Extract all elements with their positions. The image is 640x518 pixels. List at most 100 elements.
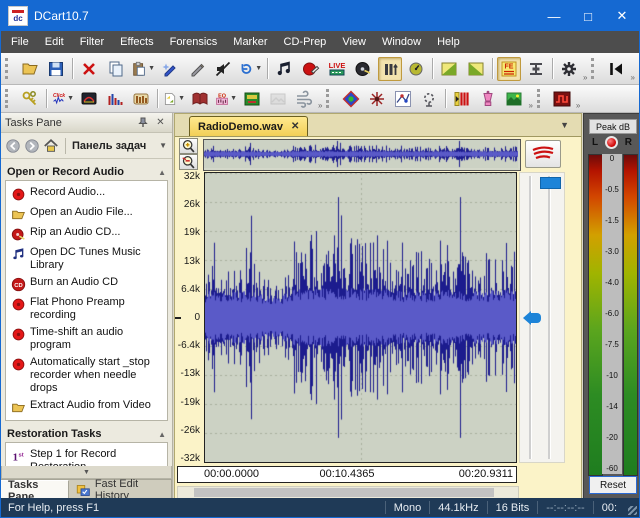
live-meter-button[interactable]: LIVE: [325, 57, 349, 81]
fast-edit-button[interactable]: FE: [496, 56, 522, 81]
undo-button[interactable]: ▼: [237, 57, 263, 81]
dynamics-diamond-button[interactable]: [339, 88, 363, 110]
pencil-edit-button[interactable]: [184, 57, 208, 81]
histogram-button[interactable]: [103, 88, 127, 110]
menu-view[interactable]: View: [334, 33, 374, 51]
toolbar-drag-handle[interactable]: [5, 89, 14, 108]
harmonic-reject-button[interactable]: [450, 88, 474, 110]
skip-to-start-button[interactable]: [604, 57, 628, 81]
document-tab[interactable]: RadioDemo.wav ✕: [189, 116, 309, 136]
task-item-automatically-start-stop-recorder-when-n[interactable]: Automatically start _stop recorder when …: [8, 354, 165, 397]
interpolate-nodes-button[interactable]: [391, 88, 415, 110]
task-item-open-an-audio-file[interactable]: Open an Audio File...: [8, 204, 165, 224]
spectrum-analyzer-button[interactable]: [77, 88, 101, 110]
fade-in-button[interactable]: [437, 57, 461, 81]
mute-speaker-button[interactable]: [211, 57, 235, 81]
pin-icon[interactable]: [138, 117, 153, 128]
noise-wind-button[interactable]: [292, 88, 316, 110]
section-header-restoration-tasks[interactable]: Restoration Tasks ▲: [5, 425, 168, 442]
menu-help[interactable]: Help: [429, 33, 468, 51]
paste-button[interactable]: ▼: [130, 57, 156, 81]
fade-tool-button[interactable]: ▼: [162, 88, 186, 110]
maximize-button[interactable]: □: [571, 1, 605, 31]
back-icon[interactable]: [4, 137, 22, 155]
equalizer-button[interactable]: EQ ▼: [214, 88, 238, 110]
tasks-pane-view-dropdown[interactable]: Панель задач ▼: [70, 140, 169, 152]
vertical-zoom-thumb[interactable]: [540, 177, 561, 189]
waveform-canvas[interactable]: [205, 173, 516, 462]
zoom-in-button[interactable]: [179, 138, 198, 154]
sync-station-button[interactable]: [523, 57, 547, 81]
close-button[interactable]: ✕: [605, 1, 639, 31]
menu-effects[interactable]: Effects: [112, 33, 161, 51]
menu-edit[interactable]: Edit: [37, 33, 72, 51]
task-item-extract-audio-from-video[interactable]: Extract Audio from Video: [8, 397, 165, 417]
menu-cd-prep[interactable]: CD-Prep: [276, 33, 335, 51]
waveform-view[interactable]: [204, 172, 517, 463]
marker-pen-button[interactable]: [158, 57, 182, 81]
record-live-button[interactable]: [298, 57, 322, 81]
meter-bar-right: [623, 154, 638, 476]
cd-write-button[interactable]: [351, 57, 375, 81]
gauge-button[interactable]: [404, 57, 428, 81]
fade-out-button[interactable]: [464, 57, 488, 81]
y-axis-tick: -32k: [180, 452, 200, 464]
gain-bars-button[interactable]: [129, 88, 153, 110]
time-ruler[interactable]: 00:00.0000 00:10.4365 00:20.9311: [177, 466, 517, 483]
cut-button[interactable]: [77, 57, 101, 81]
menu-filter[interactable]: Filter: [72, 33, 112, 51]
virtual-phono-button[interactable]: [240, 88, 264, 110]
task-item-flat-phono-preamp-recording[interactable]: Flat Phono Preamp recording: [8, 294, 165, 324]
toolbar-drag-handle[interactable]: [591, 57, 600, 80]
meter-scale-tick: -4.0: [605, 278, 619, 287]
resize-grip[interactable]: [625, 498, 639, 517]
task-item-record-audio[interactable]: Record Audio...: [8, 184, 165, 204]
dc-tunes-notes-button[interactable]: [272, 57, 296, 81]
menu-marker[interactable]: Marker: [225, 33, 275, 51]
click-removal-button[interactable]: Click ▼: [51, 88, 75, 110]
menu-file[interactable]: File: [3, 33, 37, 51]
zoom-out-button[interactable]: [179, 154, 198, 170]
minimize-button[interactable]: —: [537, 1, 571, 31]
license-keys-button[interactable]: [18, 88, 42, 110]
section-header-open-or-record-audio[interactable]: Open or Record Audio ▲: [5, 163, 168, 180]
toolbar-overflow-icon[interactable]: »: [629, 73, 636, 84]
save-file-button[interactable]: [44, 57, 68, 81]
task-item-rip-an-audio-cd[interactable]: Rip an Audio CD...: [8, 224, 165, 244]
close-pane-icon[interactable]: ✕: [153, 117, 168, 128]
media-blender-button[interactable]: [476, 88, 500, 110]
task-item-open-dc-tunes-music-library[interactable]: Open DC Tunes Music Library: [8, 244, 165, 274]
meter-reset-button[interactable]: Reset: [589, 476, 637, 494]
waveform-overview[interactable]: [203, 139, 521, 171]
square-wave-button[interactable]: [550, 88, 574, 110]
level-meters-button[interactable]: [377, 56, 402, 81]
forward-icon[interactable]: [23, 137, 41, 155]
horizontal-scrollbar-thumb[interactable]: [194, 488, 494, 497]
copy-button[interactable]: [104, 57, 128, 81]
task-item-burn-an-audio-cd[interactable]: CD Burn an Audio CD: [8, 274, 165, 294]
tab-fast-edit-history[interactable]: Fast Edit History: [69, 478, 172, 502]
punch-filter-button[interactable]: [417, 88, 441, 110]
tab-tasks-pane[interactable]: Tasks Pane: [1, 479, 69, 503]
toolbar-overflow-icon[interactable]: »: [582, 73, 589, 84]
gear-button[interactable]: [557, 57, 581, 81]
home-icon[interactable]: [42, 137, 60, 155]
menu-window[interactable]: Window: [374, 33, 429, 51]
impulse-burst-button[interactable]: [365, 88, 389, 110]
task-item-time-shift-an-audio-program[interactable]: Time-shift an audio program: [8, 324, 165, 354]
toolbar-drag-handle[interactable]: [326, 89, 335, 108]
open-file-button[interactable]: [18, 57, 42, 81]
toolbar-drag-handle[interactable]: [5, 57, 14, 80]
toolbar-overflow-icon[interactable]: »: [527, 101, 534, 112]
waveform-overview-canvas[interactable]: [204, 140, 518, 168]
marker-scribble-button[interactable]: [525, 140, 561, 168]
toolbar-drag-handle[interactable]: [536, 89, 546, 108]
presets-book-button[interactable]: [188, 88, 212, 110]
toolbar-overflow-icon[interactable]: »: [317, 101, 324, 112]
toolbar-overflow-icon[interactable]: »: [575, 101, 582, 112]
close-document-icon[interactable]: ✕: [291, 121, 299, 132]
status-fields: Mono 44.1kHz 16 Bits --:--:--:-- 00:: [384, 501, 625, 514]
overlay-picture-button[interactable]: [502, 88, 526, 110]
menu-forensics[interactable]: Forensics: [162, 33, 226, 51]
tab-list-dropdown-icon[interactable]: ▼: [560, 120, 569, 130]
